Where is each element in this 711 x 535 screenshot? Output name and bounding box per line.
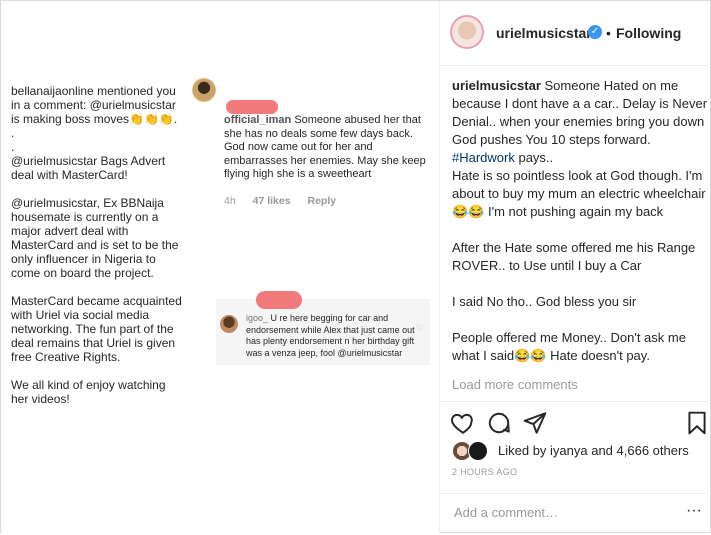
profile-avatar[interactable] (450, 15, 484, 49)
load-more-comments-link[interactable]: Load more comments (452, 377, 578, 392)
action-bar (440, 401, 711, 442)
commenter-avatar (220, 315, 238, 333)
verified-badge-icon: ✓ (588, 25, 602, 39)
liked-by-text[interactable]: Liked by iyanya and 4,666 others (498, 443, 689, 458)
mention-notification-text: bellanaijaonline mentioned you in a comm… (11, 84, 182, 406)
comment-1-reply: Reply (307, 195, 337, 207)
heart-icon: ♡ (415, 323, 424, 333)
post-image[interactable]: bellanaijaonline mentioned you in a comm… (2, 2, 439, 533)
comment-1-username: official_iman (224, 114, 292, 126)
post-frame: bellanaijaonline mentioned you in a comm… (0, 0, 711, 534)
bookmark-icon[interactable] (684, 410, 710, 436)
more-options-icon[interactable]: ··· (686, 502, 702, 520)
commenter-avatar (192, 78, 216, 102)
add-comment-input[interactable] (452, 504, 676, 521)
post-timestamp[interactable]: 2 HOURS AGO (452, 467, 517, 477)
comment-2-body: igoo_ U re here begging for car and endo… (246, 313, 416, 359)
comment-2-text: U re here begging for car and endorsemen… (246, 313, 415, 358)
comment-1-time: 4h (224, 195, 236, 207)
post-header: urielmusicstar ✓ • Following (440, 1, 711, 66)
likes-row: Liked by iyanya and 4,666 others (448, 441, 711, 463)
separator-dot: • (606, 25, 611, 41)
comment-2-username: igoo_ (246, 313, 269, 323)
following-button[interactable]: Following (616, 25, 681, 41)
comment-icon[interactable] (486, 410, 512, 436)
liker-avatar (468, 441, 488, 461)
caption-text-b: pays.. Hate is so pointless look at God … (452, 150, 706, 363)
screenshot-comment-2: igoo_ U re here begging for car and endo… (216, 291, 430, 365)
post-username[interactable]: urielmusicstar (496, 25, 592, 41)
heart-icon[interactable] (450, 410, 476, 436)
hashtag-link[interactable]: #Hardwork (452, 150, 515, 165)
redaction-mark (256, 291, 302, 309)
comment-1-body: official_iman Someone abused her that sh… (224, 114, 428, 182)
comment-1-likes: 47 likes (252, 195, 291, 207)
post-sidebar: urielmusicstar ✓ • Following urielmusics… (439, 1, 711, 534)
share-icon[interactable] (522, 410, 548, 436)
redaction-mark (226, 100, 278, 114)
post-caption: urielmusicstar Someone Hated on me becau… (452, 77, 708, 365)
caption-username[interactable]: urielmusicstar (452, 78, 541, 93)
add-comment-bar: ··· (440, 493, 711, 535)
comment-1-meta: 4h 47 likes Reply (224, 195, 350, 207)
